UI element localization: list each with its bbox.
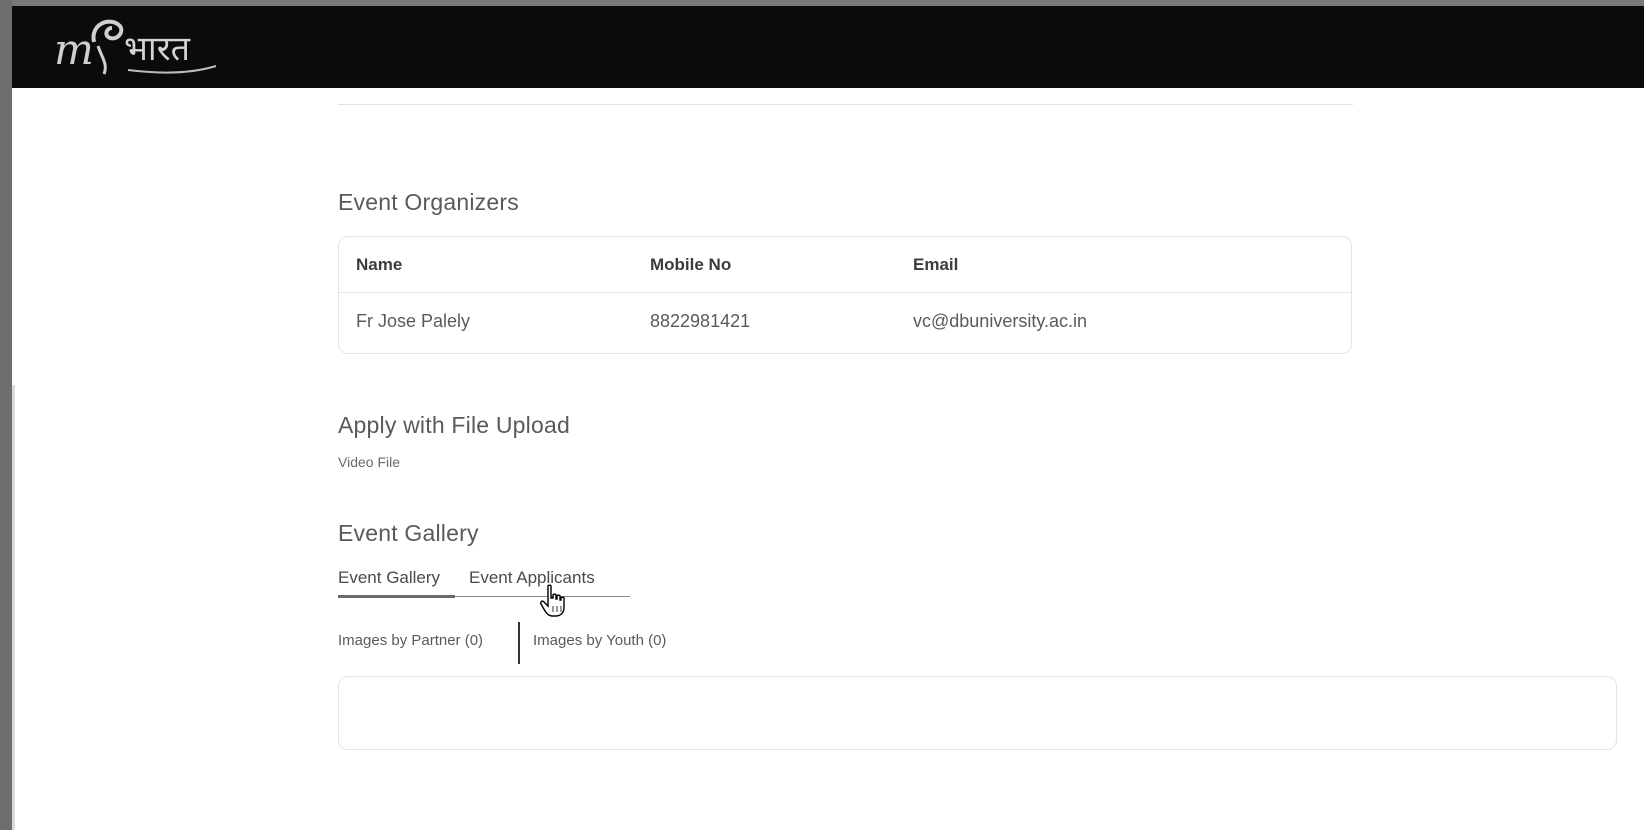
organizer-email-cell: vc@dbuniversity.ac.in	[913, 311, 1088, 331]
file-type-label: Video File	[338, 454, 401, 470]
filter-images-by-partner[interactable]: Images by Partner (0)	[338, 632, 483, 649]
page: m भारत Event Organizers Name Mobile No E…	[0, 0, 1644, 830]
column-header-mobile: Mobile No	[650, 255, 732, 274]
table-header-divider	[339, 292, 1351, 293]
logo-wordmark: भारत	[124, 29, 191, 69]
left-shade	[12, 385, 15, 830]
tab-event-gallery[interactable]: Event Gallery	[338, 568, 440, 588]
organizer-mobile-cell: 8822981421	[650, 311, 751, 331]
gallery-heading: Event Gallery	[338, 520, 479, 546]
window-left-border	[0, 0, 12, 830]
column-header-email: Email	[913, 255, 959, 274]
hand-pointer-cursor-icon	[540, 584, 565, 617]
logo-m-glyph: m	[54, 25, 94, 74]
tab-event-applicants[interactable]: Event Applicants	[469, 568, 595, 588]
file-upload-heading: Apply with File Upload	[338, 412, 570, 438]
organizers-table: Name Mobile No Email Fr Jose Palely 8822…	[338, 236, 1352, 354]
my-bharat-logo[interactable]: m भारत	[50, 12, 220, 80]
active-tab-indicator	[338, 595, 455, 598]
column-header-name: Name	[356, 255, 403, 274]
organizer-name-cell: Fr Jose Palely	[356, 311, 471, 331]
gallery-tabs: Event Gallery Event Applicants	[338, 566, 630, 600]
gallery-images-panel	[338, 676, 1617, 750]
filter-images-by-youth[interactable]: Images by Youth (0)	[533, 632, 666, 649]
filter-divider	[518, 622, 520, 664]
top-navbar: m भारत	[12, 6, 1644, 88]
section-divider	[338, 104, 1353, 105]
organizers-heading: Event Organizers	[338, 189, 519, 215]
logo-swirl-icon	[91, 19, 124, 43]
